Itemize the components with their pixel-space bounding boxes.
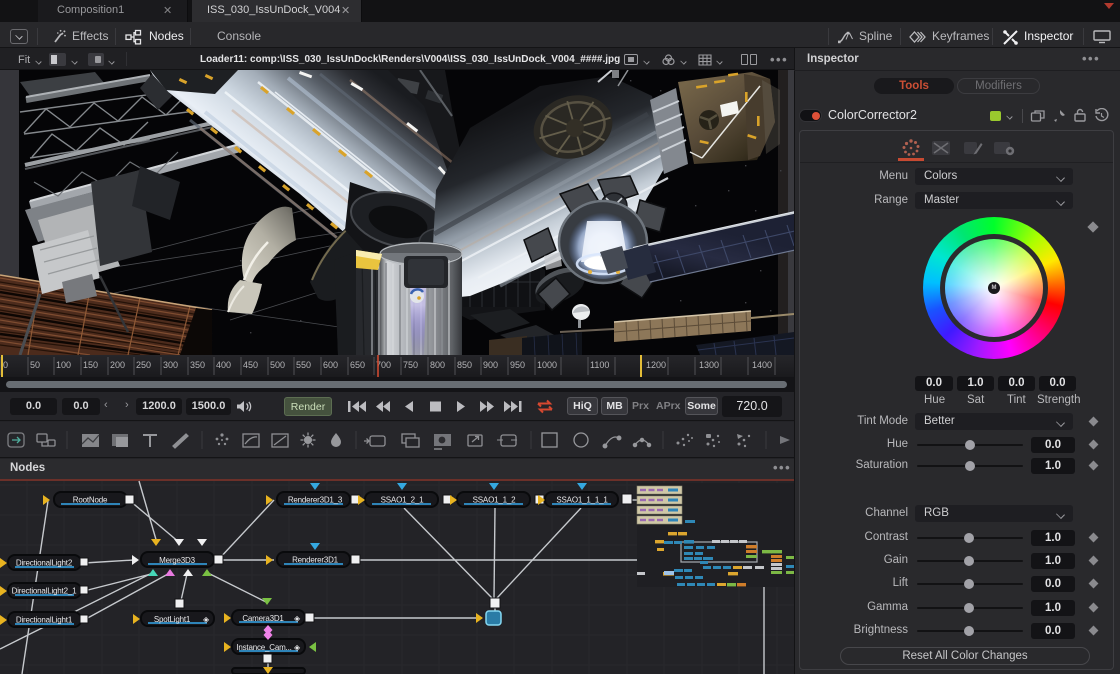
svg-text:550: 550 (296, 360, 311, 370)
svg-text:1400: 1400 (752, 360, 772, 370)
svg-text:1200: 1200 (646, 360, 666, 370)
svg-text:SSAO1_2_1: SSAO1_2_1 (381, 496, 424, 505)
svg-text:100: 100 (56, 360, 71, 370)
svg-text:50: 50 (30, 360, 40, 370)
svg-text:500: 500 (270, 360, 285, 370)
svg-text:200: 200 (110, 360, 125, 370)
svg-text:Renderer3D1_3: Renderer3D1_3 (288, 496, 343, 505)
svg-text:1000: 1000 (537, 360, 557, 370)
svg-text:1100: 1100 (590, 360, 609, 370)
svg-text:Instance_Cam...: Instance_Cam... (236, 643, 291, 652)
svg-text:Camera3D1: Camera3D1 (242, 614, 284, 623)
svg-text:◈: ◈ (294, 643, 301, 652)
svg-text:◈: ◈ (203, 615, 210, 624)
svg-text:300: 300 (163, 360, 178, 370)
svg-text:DirectionalLight2_1: DirectionalLight2_1 (12, 587, 77, 596)
svg-text:800: 800 (430, 360, 445, 370)
svg-text:Merge3D3: Merge3D3 (159, 556, 196, 565)
svg-text:1300: 1300 (699, 360, 719, 370)
svg-text:150: 150 (83, 360, 98, 370)
svg-text:RootNode: RootNode (73, 496, 108, 505)
svg-text:650: 650 (350, 360, 365, 370)
svg-text:900: 900 (483, 360, 498, 370)
svg-text:SSAO1_1_2: SSAO1_1_2 (473, 496, 516, 505)
svg-text:950: 950 (510, 360, 525, 370)
svg-text:600: 600 (323, 360, 338, 370)
svg-text:Renderer3D1: Renderer3D1 (292, 556, 339, 565)
svg-text:DirectionalLight1: DirectionalLight1 (16, 616, 73, 625)
svg-text:SSAO1_1_1_1: SSAO1_1_1_1 (556, 496, 608, 505)
svg-text:400: 400 (216, 360, 231, 370)
svg-text:850: 850 (457, 360, 472, 370)
svg-text:DirectionalLight2: DirectionalLight2 (16, 559, 73, 568)
svg-text:250: 250 (136, 360, 151, 370)
svg-text:0: 0 (3, 360, 8, 370)
svg-text:450: 450 (243, 360, 258, 370)
svg-text:350: 350 (190, 360, 205, 370)
svg-text:750: 750 (403, 360, 418, 370)
svg-text:SpotLight1: SpotLight1 (154, 615, 191, 624)
svg-text:◈: ◈ (294, 614, 301, 623)
